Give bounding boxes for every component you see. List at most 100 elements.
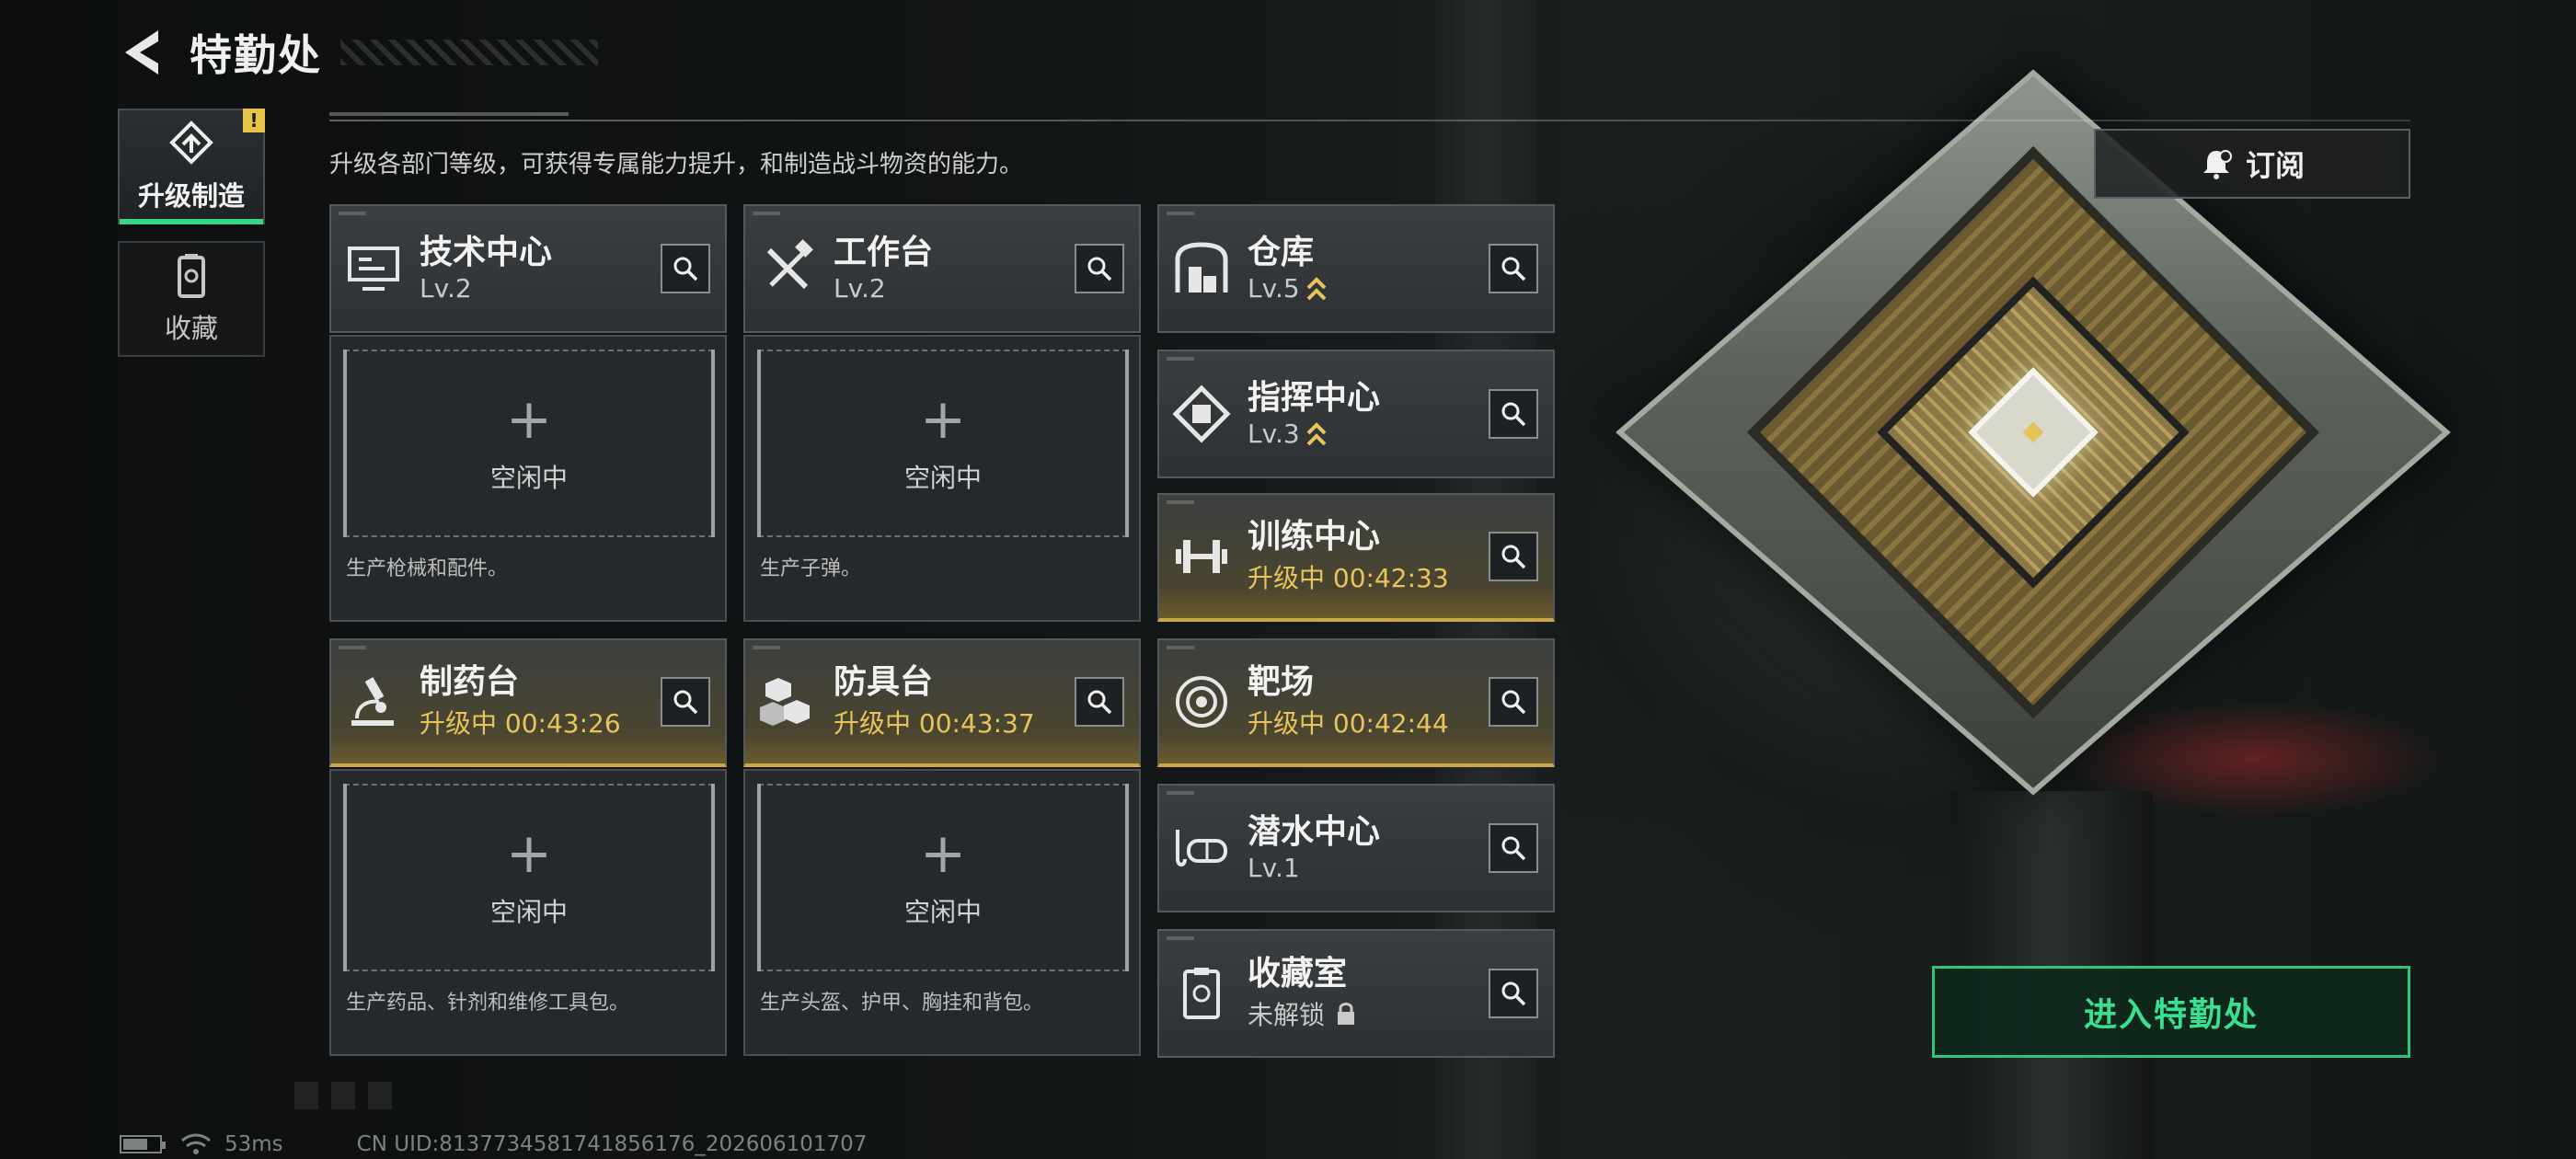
slot-description: 生产子弹。 xyxy=(760,557,862,580)
subscribe-label: 订阅 xyxy=(2245,148,2305,183)
inspect-button[interactable] xyxy=(1489,677,1538,727)
collection-icon xyxy=(178,254,205,298)
add-production-button[interactable]: + 空闲中 xyxy=(757,350,1129,537)
slot-status: 空闲中 xyxy=(903,463,982,493)
search-icon xyxy=(1501,545,1526,569)
diving-mask-icon xyxy=(1176,830,1227,866)
warehouse-icon xyxy=(1175,242,1228,293)
plus-icon: + xyxy=(505,387,553,452)
facility-name: 指挥中心 xyxy=(1248,378,1381,417)
add-production-button[interactable]: + 空闲中 xyxy=(757,784,1129,971)
slot-status: 空闲中 xyxy=(489,897,568,927)
production-slot-tech-center: + 空闲中 生产枪械和配件。 xyxy=(329,335,727,622)
subscribe-button[interactable]: 订阅 xyxy=(2094,129,2410,199)
facility-card-diving-center[interactable]: 潜水中心 Lv.1 xyxy=(1157,784,1555,912)
facility-lock-row: 未解锁 xyxy=(1248,995,1489,1032)
search-icon xyxy=(1501,981,1526,1006)
production-slot-armor-bench: + 空闲中 生产头盔、护甲、胸挂和背包。 xyxy=(743,769,1141,1056)
facility-name: 防具台 xyxy=(834,663,934,702)
facility-level: Lv.3 xyxy=(1248,419,1300,450)
title-decoration xyxy=(340,40,598,65)
search-icon xyxy=(1087,690,1112,715)
facility-name: 工作台 xyxy=(834,233,934,271)
search-icon xyxy=(673,690,698,715)
search-icon xyxy=(1501,402,1526,427)
slot-description: 生产枪械和配件。 xyxy=(346,557,509,580)
chevron-up-double-icon xyxy=(1306,421,1327,446)
facility-card-command-center[interactable]: 指挥中心 Lv.3 xyxy=(1157,350,1555,478)
facility-level: Lv.2 xyxy=(834,273,886,304)
facility-name: 收藏室 xyxy=(1248,955,1348,993)
back-arrow-icon xyxy=(125,30,158,75)
dumbbell-icon xyxy=(1176,540,1227,573)
facility-card-shooting-range[interactable]: 靶场 升级中 00:42:44 xyxy=(1157,638,1555,767)
upgrade-timer: 升级中 00:43:37 xyxy=(834,707,1035,739)
facility-level: Lv.5 xyxy=(1248,273,1300,304)
upgrade-timer: 升级中 00:42:44 xyxy=(1248,707,1449,739)
upgrade-timer: 升级中 00:43:26 xyxy=(420,707,621,739)
slot-description: 生产药品、针剂和维修工具包。 xyxy=(346,992,630,1015)
divider-line xyxy=(329,120,2410,121)
add-production-button[interactable]: + 空闲中 xyxy=(343,784,715,971)
battery-icon xyxy=(120,1135,166,1153)
divider-tick xyxy=(329,112,569,116)
facility-card-warehouse[interactable]: 仓库 Lv.5 xyxy=(1157,204,1555,333)
alert-badge: ! xyxy=(243,109,265,132)
page-description: 升级各部门等级，可获得专属能力提升，和制造战斗物资的能力。 xyxy=(329,151,1024,178)
inspect-button[interactable] xyxy=(661,677,710,727)
facility-card-collection-room[interactable]: 收藏室 未解锁 xyxy=(1157,929,1555,1058)
facility-card-armor-bench[interactable]: 防具台 升级中 00:43:37 xyxy=(743,638,1141,767)
tab-upgrade-manufacture[interactable]: ! 升级制造 xyxy=(118,109,265,224)
tab-label: 收藏 xyxy=(164,313,218,344)
chip-icon xyxy=(1172,384,1231,443)
facility-name: 潜水中心 xyxy=(1248,812,1381,851)
search-icon xyxy=(1501,257,1526,281)
inspect-button[interactable] xyxy=(1489,823,1538,873)
inspect-button[interactable] xyxy=(1075,677,1124,727)
inspect-button[interactable] xyxy=(661,244,710,293)
user-uid: CN UID:8137734581741856176_202606101707 xyxy=(356,1132,868,1156)
inspect-button[interactable] xyxy=(1489,244,1538,293)
upgrade-icon xyxy=(169,120,213,165)
facility-level: Lv.2 xyxy=(420,273,472,304)
production-slot-workbench: + 空闲中 生产子弹。 xyxy=(743,335,1141,622)
status-bar: 53ms CN UID:8137734581741856176_20260610… xyxy=(120,1131,867,1157)
tab-collection[interactable]: 收藏 xyxy=(118,241,265,357)
target-icon xyxy=(1176,676,1227,728)
plus-icon: + xyxy=(919,821,967,886)
chevron-up-double-icon xyxy=(1306,276,1327,301)
facility-level-row: Lv.3 xyxy=(1248,419,1489,449)
facility-lock-status: 未解锁 xyxy=(1248,999,1326,1030)
bell-icon xyxy=(2202,150,2232,179)
ping-readout: 53ms xyxy=(224,1132,283,1156)
inspect-button[interactable] xyxy=(1075,244,1124,293)
search-icon xyxy=(673,257,698,281)
collection-room-icon xyxy=(1183,968,1220,1019)
inspect-button[interactable] xyxy=(1489,532,1538,581)
facility-card-training-center[interactable]: 训练中心 升级中 00:42:33 xyxy=(1157,493,1555,622)
inspect-button[interactable] xyxy=(1489,389,1538,439)
tools-icon xyxy=(766,239,813,290)
slot-status: 空闲中 xyxy=(489,463,568,493)
production-slot-pharmacy: + 空闲中 生产药品、针剂和维修工具包。 xyxy=(329,769,727,1056)
enter-hq-label: 进入特勤处 xyxy=(2083,996,2259,1034)
bottom-decoration xyxy=(294,1082,405,1109)
back-button[interactable] xyxy=(120,25,166,80)
slot-description: 生产头盔、护甲、胸挂和背包。 xyxy=(760,992,1044,1015)
facility-name: 制药台 xyxy=(420,663,520,702)
header: 特勤处 xyxy=(120,20,598,85)
enter-hq-button[interactable]: 进入特勤处 xyxy=(1932,966,2410,1058)
facility-card-pharmacy[interactable]: 制药台 升级中 00:43:26 xyxy=(329,638,727,767)
facility-card-workbench[interactable]: 工作台 Lv.2 xyxy=(743,204,1141,333)
facility-card-tech-center[interactable]: 技术中心 Lv.2 xyxy=(329,204,727,333)
facility-name: 仓库 xyxy=(1248,233,1315,271)
wifi-icon xyxy=(181,1133,211,1154)
inspect-button[interactable] xyxy=(1489,969,1538,1018)
add-production-button[interactable]: + 空闲中 xyxy=(343,350,715,537)
facility-level-row: Lv.5 xyxy=(1248,273,1489,304)
facility-name: 训练中心 xyxy=(1248,518,1381,557)
page-title: 特勤处 xyxy=(190,30,322,80)
search-icon xyxy=(1501,690,1526,715)
plus-icon: + xyxy=(505,821,553,886)
facility-level: Lv.1 xyxy=(1248,853,1300,884)
